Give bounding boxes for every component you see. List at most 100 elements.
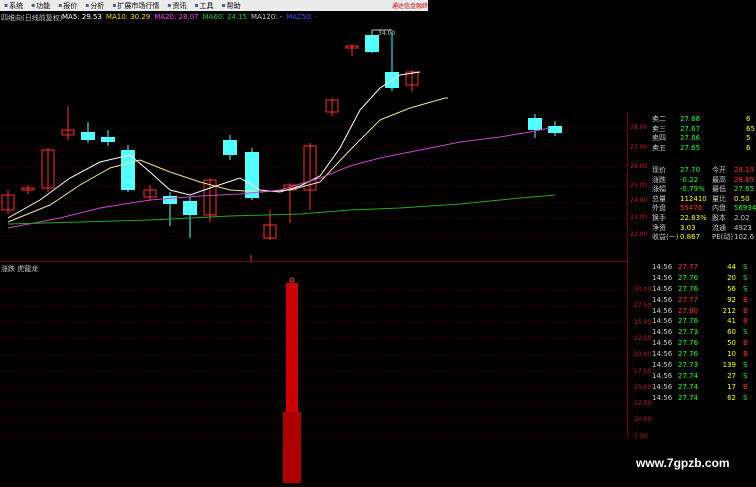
quote-value: 3.03 (680, 223, 696, 232)
candle-body (548, 126, 562, 133)
tick-time: 14:56 (652, 350, 673, 359)
quote-label: 总量 (652, 194, 666, 203)
tick-price: 27.76 (678, 284, 699, 293)
quote-value: 102.6 (734, 233, 755, 242)
quote-row: 涨跌 -0.22 最高 28.69 (652, 175, 754, 186)
price-axis-label: 25.00 (630, 182, 648, 189)
quote-label: 最低 (712, 185, 726, 194)
order-level-label: 卖二 (652, 115, 666, 123)
indicator-axis-label: 20.00 (634, 351, 652, 359)
tick-price: 27.76 (678, 339, 699, 348)
tick-list[interactable]: 14:56 27.77 44 S 14:56 27.76 20 S 14:56 27.76 56 S 1… (652, 262, 756, 404)
quote-row: 收益(一) 0.867 PE(动) 102.6 (652, 233, 755, 243)
tick-price: 27.77 (678, 263, 699, 271)
tick-side: S (743, 393, 748, 402)
tick-time: 14:56 (652, 317, 673, 326)
high-value-label: 34.00 (378, 30, 395, 37)
kline-chart[interactable]: 34.00 (0, 0, 756, 487)
quote-value: 56934 (734, 204, 756, 213)
candle-body (223, 140, 237, 155)
quote-value: 55476 (680, 204, 703, 213)
tick-side: S (743, 263, 748, 271)
tick-volume: 44 (727, 263, 736, 271)
tick-row[interactable]: 14:56 27.73 60 S (652, 327, 756, 338)
tick-row[interactable]: 14:56 27.77 44 S (652, 262, 756, 273)
quote-row: 涨幅 -0.79% 最低 27.65 (652, 185, 754, 195)
quote-label: 流通 (712, 223, 726, 232)
tick-volume: 27 (727, 371, 736, 380)
tick-price: 27.76 (678, 350, 699, 359)
tick-side: B (743, 382, 748, 391)
candle-body (121, 150, 135, 190)
tick-price: 27.76 (678, 273, 699, 282)
tick-time: 14:56 (652, 393, 673, 402)
quote-label: 收益(一) (652, 233, 679, 242)
price-axis-label: 26.00 (630, 163, 648, 170)
tick-time: 14:56 (652, 263, 673, 271)
quote-label: 现价 (652, 166, 666, 174)
tick-row[interactable]: 14:56 27.74 17 B (652, 382, 756, 393)
order-price: 27.67 (680, 124, 701, 133)
quote-value: 28.19 (734, 166, 755, 174)
tick-price: 27.74 (678, 393, 699, 402)
tick-volume: 56 (727, 284, 736, 293)
tick-side: S (743, 371, 748, 380)
order-level-label: 卖四 (652, 134, 666, 143)
order-volume: 65 (746, 124, 755, 133)
indicator-axis-label: 17.50 (634, 367, 652, 375)
tick-price: 27.74 (678, 371, 699, 380)
quote-label: 股本 (712, 213, 726, 222)
candle-body (163, 196, 177, 204)
tick-time: 14:56 (652, 382, 673, 391)
quote-label: 今开 (712, 166, 726, 174)
tick-time: 14:56 (652, 306, 673, 315)
quote-row: 总量 112410 量比 0.50 (652, 195, 752, 205)
tick-price: 27.80 (678, 306, 699, 315)
quote-label: 量比 (712, 194, 726, 203)
tick-time: 14:56 (652, 361, 673, 370)
order-book-row[interactable]: 卖三 27.67 65 (652, 124, 755, 135)
tick-volume: 10 (727, 350, 736, 359)
quote-label: 涨跌 (652, 175, 666, 184)
tick-row[interactable]: 14:56 27.76 56 S (652, 284, 756, 295)
quote-value: 22.83% (680, 213, 707, 222)
tick-volume: 50 (727, 339, 736, 348)
tick-row[interactable]: 14:56 27.74 27 S (652, 371, 756, 382)
order-book-row[interactable]: 卖五 27.65 6 (652, 144, 752, 154)
tick-row[interactable]: 14:56 27.76 10 B (652, 349, 756, 360)
tick-row[interactable]: 14:56 27.74 62 S (652, 393, 756, 404)
indicator-axis-label: 12.50 (634, 400, 652, 408)
candle-body (528, 118, 542, 130)
tick-row[interactable]: 14:56 27.76 50 B (652, 338, 756, 349)
order-book-row[interactable]: 卖四 27.66 5 (652, 134, 752, 144)
tick-price: 27.73 (678, 328, 699, 337)
order-volume: 6 (746, 115, 751, 123)
order-price: 27.65 (680, 143, 701, 152)
watermark-text: www.7gpzb.com (636, 456, 730, 470)
tick-side: B (743, 317, 748, 326)
quote-value: 0.867 (680, 233, 701, 242)
quote-row: 换手 22.83% 股本 2.02 (652, 214, 752, 224)
tick-side: S (743, 328, 748, 337)
order-book-row[interactable]: 卖二 27.68 6 (652, 115, 752, 125)
tick-side: B (743, 306, 748, 315)
tick-volume: 62 (727, 393, 736, 402)
tick-row[interactable]: 14:56 27.73 139 S (652, 360, 756, 371)
tick-price: 27.76 (678, 317, 699, 326)
quote-label: 净资 (652, 223, 666, 232)
order-level-label: 卖三 (652, 124, 666, 133)
tick-side: S (743, 361, 748, 370)
tick-row[interactable]: 14:56 27.77 92 B (652, 295, 756, 306)
indicator-axis-label: 15.00 (634, 383, 652, 391)
order-price: 27.66 (680, 134, 701, 143)
tick-row[interactable]: 14:56 27.76 41 B (652, 316, 756, 327)
candle-body (365, 35, 379, 52)
quote-value: 4923 (734, 223, 752, 232)
quote-value: -0.22 (680, 175, 699, 184)
tick-row[interactable]: 14:56 27.76 20 S (652, 273, 756, 284)
tick-volume: 212 (722, 306, 736, 315)
tick-time: 14:56 (652, 273, 673, 282)
order-price: 27.68 (680, 115, 701, 123)
tick-time: 14:56 (652, 284, 673, 293)
tick-row[interactable]: 14:56 27.80 212 B (652, 306, 756, 317)
